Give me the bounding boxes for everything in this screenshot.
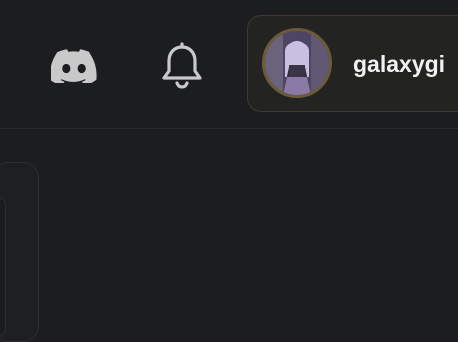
discord-icon [51,49,97,83]
discord-button[interactable] [48,44,100,88]
notifications-button[interactable] [156,40,208,92]
user-profile-card[interactable]: galaxygi [247,15,458,112]
username: galaxygi [353,51,446,77]
avatar-image [265,31,329,95]
side-panel-inner [0,197,6,337]
avatar[interactable] [262,28,332,98]
top-bar: galaxygi [0,0,458,129]
bell-icon [162,42,202,89]
